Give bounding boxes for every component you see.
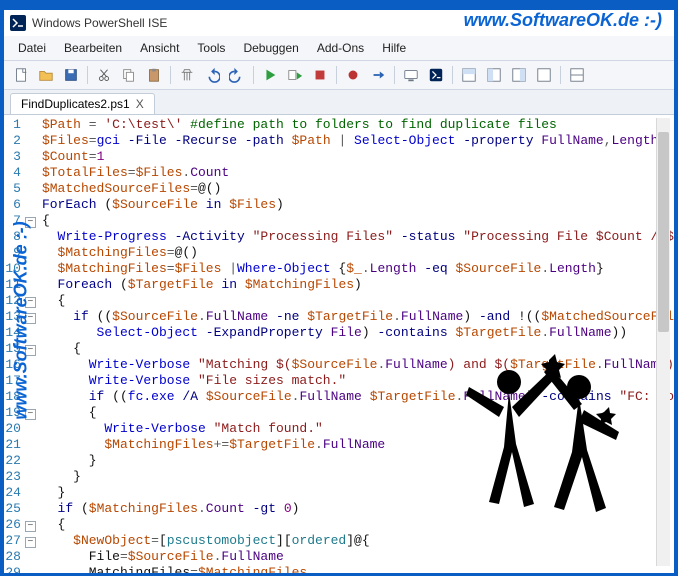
toolbar-separator [336,66,337,84]
code-area[interactable]: $Path = 'C:\test\' #define path to folde… [36,115,674,573]
menu-addons[interactable]: Add-Ons [309,38,372,58]
scrollbar-thumb[interactable] [658,132,669,332]
menu-hilfe[interactable]: Hilfe [374,38,414,58]
close-tab-icon[interactable]: X [136,97,144,111]
menubar: Datei Bearbeiten Ansicht Tools Debuggen … [4,36,674,61]
cut-icon[interactable] [93,64,115,86]
toolbar-separator [394,66,395,84]
menu-datei[interactable]: Datei [10,38,54,58]
window-title: Windows PowerShell ISE [32,16,167,30]
run-selection-icon[interactable] [284,64,306,86]
powershell-app-icon [10,15,26,31]
toolbar [4,61,674,90]
powershell-icon[interactable] [425,64,447,86]
menu-tools[interactable]: Tools [189,38,233,58]
tabbar: FindDuplicates2.ps1 X [4,90,674,115]
code-editor[interactable]: 1234567891011121314151617181920212223242… [4,115,674,573]
layout4-icon[interactable] [533,64,555,86]
clear-icon[interactable] [176,64,198,86]
step-icon[interactable] [367,64,389,86]
copy-icon[interactable] [118,64,140,86]
toolbar-separator [452,66,453,84]
tab-label: FindDuplicates2.ps1 [21,97,130,111]
run-icon[interactable] [259,64,281,86]
open-file-icon[interactable] [35,64,57,86]
redo-icon[interactable] [226,64,248,86]
new-file-icon[interactable] [10,64,32,86]
layout2-icon[interactable] [483,64,505,86]
menu-bearbeiten[interactable]: Bearbeiten [56,38,130,58]
paste-icon[interactable] [143,64,165,86]
toolbar-separator [87,66,88,84]
toolbar-separator [253,66,254,84]
save-icon[interactable] [60,64,82,86]
watermark-left: www.SoftwareOK.de :-) [11,221,32,419]
vertical-scrollbar[interactable] [656,118,670,566]
toolbar-separator [170,66,171,84]
layout1-icon[interactable] [458,64,480,86]
menu-debuggen[interactable]: Debuggen [235,38,306,58]
cmdpane-icon[interactable] [566,64,588,86]
script-tab[interactable]: FindDuplicates2.ps1 X [10,93,155,114]
break-icon[interactable] [342,64,364,86]
remote-icon[interactable] [400,64,422,86]
toolbar-separator [560,66,561,84]
watermark-top: www.SoftwareOK.de :-) [464,10,662,31]
menu-ansicht[interactable]: Ansicht [132,38,187,58]
layout3-icon[interactable] [508,64,530,86]
undo-icon[interactable] [201,64,223,86]
stop-icon[interactable] [309,64,331,86]
